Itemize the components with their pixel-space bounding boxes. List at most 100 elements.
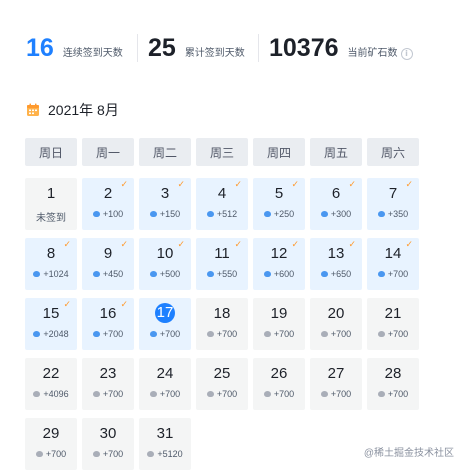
ore-icon (206, 331, 214, 337)
checkmark-icon: ✓ (63, 240, 71, 250)
ore-icon (377, 391, 385, 397)
day-cell[interactable]: 25 +700 (196, 358, 248, 410)
reward: +250 (253, 209, 305, 219)
ore-icon (35, 451, 43, 457)
day-cell[interactable]: 15 +2048 ✓ (25, 298, 77, 350)
day-cell[interactable]: 20 +700 (310, 298, 362, 350)
day-number: 22 (42, 365, 60, 382)
calendar-icon (26, 103, 40, 117)
reward: +2048 (25, 329, 77, 339)
day-cell[interactable]: 19 +700 (253, 298, 305, 350)
day-cell[interactable]: 16 +700 ✓ (82, 298, 134, 350)
ore-icon (206, 391, 214, 397)
reward: +700 (310, 329, 362, 339)
reward: +700 (367, 389, 419, 399)
reward: +1024 (25, 269, 77, 279)
reward-amount: +2048 (43, 329, 69, 339)
reward: +700 (253, 329, 305, 339)
day-cell[interactable]: 14 +700 ✓ (367, 238, 419, 290)
reward: +350 (367, 209, 419, 219)
day-cell[interactable]: 26 +700 (253, 358, 305, 410)
ore-icon (263, 331, 271, 337)
day-cell[interactable]: 3 +150 ✓ (139, 178, 191, 230)
weekday-header: 周日 (25, 138, 77, 166)
day-cell[interactable]: 1 未签到 (25, 178, 77, 230)
checkmark-icon: ✓ (291, 240, 299, 250)
not-signed-label: 未签到 (36, 213, 66, 224)
reward: +700 (253, 389, 305, 399)
ore-icon (149, 331, 157, 337)
day-cell[interactable]: 2 +100 ✓ (82, 178, 134, 230)
ore-icon (377, 211, 385, 217)
reward: +700 (310, 389, 362, 399)
day-number: 31 (156, 425, 174, 442)
day-number: 27 (327, 365, 345, 382)
day-cell[interactable]: 13 +650 ✓ (310, 238, 362, 290)
reward: +500 (139, 269, 191, 279)
day-cell[interactable]: 21 +700 (367, 298, 419, 350)
day-number: 26 (270, 365, 288, 382)
day-cell[interactable]: 28 +700 (367, 358, 419, 410)
reward-amount: +700 (330, 389, 352, 399)
day-cell[interactable]: 10 +500 ✓ (139, 238, 191, 290)
day-cell[interactable]: 23 +700 (82, 358, 134, 410)
day-cell[interactable]: 17 +700 (139, 298, 191, 350)
total-days-value: 25 (148, 34, 176, 62)
reward: +700 (196, 389, 248, 399)
ore-icon (320, 211, 328, 217)
ore-icon (377, 271, 385, 277)
day-number: 28 (384, 365, 402, 382)
reward-amount: +550 (216, 269, 238, 279)
ore-icon (149, 391, 157, 397)
reward-amount: +512 (216, 209, 238, 219)
day-cell[interactable]: 22 +4096 (25, 358, 77, 410)
reward-amount: +300 (330, 209, 352, 219)
ore-count-label: 当前矿石数 (347, 48, 398, 59)
day-cell[interactable]: 7 +350 ✓ (367, 178, 419, 230)
weekday-header: 周三 (196, 138, 248, 166)
reward: +550 (196, 269, 248, 279)
reward: +650 (310, 269, 362, 279)
reward: +100 (82, 209, 134, 219)
reward-amount: +700 (45, 449, 67, 459)
stats-bar: 16 连续签到天数 25 累计签到天数 10376 当前矿石数 i (0, 0, 460, 90)
day-cell[interactable]: 11 +550 ✓ (196, 238, 248, 290)
day-number: 25 (213, 365, 231, 382)
weekday-header: 周二 (139, 138, 191, 166)
ore-icon (149, 271, 157, 277)
month-title: 2021年 8月 (48, 102, 119, 118)
day-cell[interactable]: 29 +700 (25, 418, 77, 470)
total-days-label: 累计签到天数 (184, 48, 245, 59)
total-days-stat: 25 累计签到天数 (148, 33, 245, 63)
info-icon[interactable]: i (400, 48, 413, 60)
checkmark-icon: ✓ (234, 240, 242, 250)
reward: +450 (82, 269, 134, 279)
ore-icon (263, 211, 271, 217)
day-cell[interactable]: 9 +450 ✓ (82, 238, 134, 290)
day-cell[interactable]: 5 +250 ✓ (253, 178, 305, 230)
day-cell[interactable]: 4 +512 ✓ (196, 178, 248, 230)
day-cell[interactable]: 8 +1024 ✓ (25, 238, 77, 290)
day-cell[interactable]: 6 +300 ✓ (310, 178, 362, 230)
day-cell[interactable]: 12 +600 ✓ (253, 238, 305, 290)
reward: +700 (25, 449, 77, 459)
reward-amount: +250 (273, 209, 295, 219)
reward-amount: +650 (330, 269, 352, 279)
day-number: 19 (270, 305, 288, 322)
stat-divider (137, 34, 138, 62)
day-cell[interactable]: 24 +700 (139, 358, 191, 410)
day-number: 20 (327, 305, 345, 322)
day-number: 24 (156, 365, 174, 382)
ore-icon (92, 451, 100, 457)
day-cell[interactable]: 18 +700 (196, 298, 248, 350)
reward-amount: +700 (273, 389, 295, 399)
reward-amount: +700 (330, 329, 352, 339)
reward-amount: +700 (387, 329, 409, 339)
weekday-header: 周六 (367, 138, 419, 166)
day-cell[interactable]: 30 +700 (82, 418, 134, 470)
reward-amount: +4096 (43, 389, 69, 399)
day-cell[interactable]: 27 +700 (310, 358, 362, 410)
consecutive-days-label: 连续签到天数 (62, 48, 123, 59)
day-cell[interactable]: 31 +5120 (139, 418, 191, 470)
ore-icon (206, 211, 214, 217)
